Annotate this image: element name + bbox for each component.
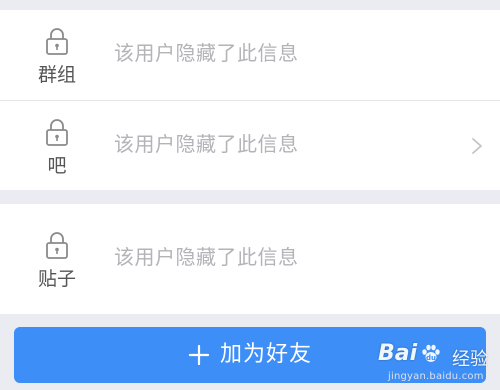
- profile-card-bottom: 贴子 该用户隐藏了此信息: [0, 204, 500, 314]
- watermark-url: jingyan.baidu.com: [388, 371, 484, 382]
- jingyan-brand-text: 经验: [452, 349, 488, 370]
- posts-row: 贴子 该用户隐藏了此信息: [0, 214, 500, 304]
- baidu-logo-text: Bai: [378, 341, 418, 366]
- baidu-jingyan-watermark: Bai du 经验 jingyan.baidu.com: [376, 335, 500, 387]
- groups-row: 群组 该用户隐藏了此信息: [0, 10, 500, 100]
- chevron-right-icon[interactable]: [470, 137, 484, 155]
- profile-page: 群组 该用户隐藏了此信息 吧 该用户隐藏了此信息 贴子 该用户隐藏了此信息 加为…: [0, 0, 500, 390]
- row-title-groups: 群组: [37, 64, 76, 86]
- profile-card-top: 群组 该用户隐藏了此信息 吧 该用户隐藏了此信息: [0, 10, 500, 190]
- baidu-paw-icon: du: [422, 344, 440, 362]
- lock-icon: [46, 119, 68, 146]
- plus-icon: [188, 344, 210, 366]
- row-title-posts: 贴子: [37, 268, 76, 290]
- row-value-tieba: 该用户隐藏了此信息: [114, 132, 299, 156]
- add-friend-label: 加为好友: [219, 342, 312, 367]
- svg-text:du: du: [426, 354, 436, 362]
- row-title-tieba: 吧: [47, 155, 67, 177]
- tieba-row[interactable]: 吧 该用户隐藏了此信息: [0, 101, 500, 191]
- lock-icon: [46, 232, 68, 259]
- row-value-posts: 该用户隐藏了此信息: [114, 245, 299, 269]
- lock-icon: [46, 28, 68, 55]
- row-value-groups: 该用户隐藏了此信息: [114, 41, 299, 65]
